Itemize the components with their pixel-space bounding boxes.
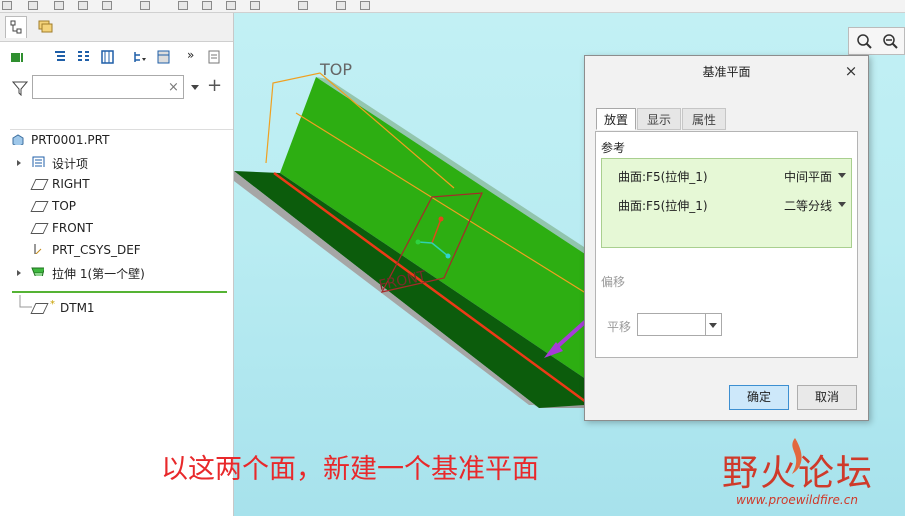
tree-search-input[interactable]	[32, 75, 184, 99]
tree-item-label: RIGHT	[52, 177, 90, 191]
forum-watermark: 野火论坛 www.proewildfire.cn	[718, 436, 905, 516]
top-plane-label: TOP	[319, 60, 352, 79]
top-toolbar	[0, 0, 905, 13]
tree-filter-row: × +	[0, 73, 233, 107]
close-window-icon[interactable]	[336, 1, 346, 10]
references-label: 参考	[601, 141, 626, 155]
ok-button[interactable]: 确定	[729, 385, 789, 410]
tree-item-front[interactable]: FRONT	[0, 218, 233, 240]
dialog-title: 基准平面	[702, 65, 751, 79]
tree-columns-icon[interactable]	[76, 50, 90, 64]
tree-item-top[interactable]: TOP	[0, 196, 233, 218]
tree-divider	[10, 109, 233, 130]
tree-item-design-items[interactable]: 设计项	[0, 152, 233, 174]
plus-icon[interactable]: +	[207, 75, 222, 96]
tree-item-label: 拉伸 1(第一个壁)	[52, 267, 145, 281]
watermark-url: www.proewildfire.cn	[736, 493, 858, 507]
tree-root-label: PRT0001.PRT	[31, 133, 110, 147]
placement-panel: 参考 曲面:F5(拉伸_1) 中间平面 曲面:F5(拉伸_1) 二等分线 偏移 …	[595, 131, 858, 358]
save-icon[interactable]	[78, 1, 88, 10]
tree-filter-icon[interactable]	[133, 50, 147, 64]
tree-item-label: FRONT	[52, 221, 93, 235]
open-file-icon[interactable]	[28, 1, 38, 10]
handle-point[interactable]	[445, 253, 451, 259]
tree-view-icon[interactable]	[157, 50, 171, 64]
insert-here-marker[interactable]	[12, 291, 227, 293]
chevron-down-icon[interactable]	[709, 323, 717, 328]
tree-item-label: TOP	[52, 199, 77, 213]
tree-item-extrude[interactable]: 拉伸 1(第一个壁)	[0, 262, 233, 284]
datum-plane-icon	[30, 303, 49, 314]
reference-type-select[interactable]: 中间平面	[784, 168, 832, 185]
zoom-out-icon[interactable]	[881, 32, 899, 50]
reference-item[interactable]: 曲面:F5(拉伸_1)	[618, 168, 708, 185]
tree-toolbar: »	[0, 43, 233, 71]
new-file-icon[interactable]	[2, 1, 12, 10]
cancel-button[interactable]: 取消	[797, 385, 857, 410]
watermark-name: 野火论坛	[722, 453, 875, 494]
annotation-icon[interactable]	[202, 1, 212, 10]
navigator-tabs	[0, 13, 233, 42]
datum-plane-icon	[30, 179, 49, 190]
datum-plane-icon	[30, 201, 49, 212]
redo-icon[interactable]	[140, 1, 150, 10]
tree-item-label: DTM1	[60, 301, 95, 315]
show-icon[interactable]	[10, 50, 24, 64]
chevron-down-icon[interactable]	[838, 173, 846, 178]
part-icon	[12, 134, 24, 145]
tutorial-caption: 以这两个面，新建一个基准平面	[161, 454, 539, 485]
tree-item-label: 设计项	[52, 157, 89, 171]
chevron-down-icon[interactable]	[191, 85, 199, 90]
references-list[interactable]: 曲面:F5(拉伸_1) 中间平面 曲面:F5(拉伸_1) 二等分线	[601, 158, 852, 248]
handle-point[interactable]	[415, 239, 421, 245]
tree-root[interactable]: PRT0001.PRT	[0, 130, 233, 152]
tab-placement[interactable]: 放置	[596, 108, 636, 130]
reference-item[interactable]: 曲面:F5(拉伸_1)	[618, 197, 708, 214]
model-tree-tab[interactable]	[5, 16, 27, 38]
tree-item-right[interactable]: RIGHT	[0, 174, 233, 196]
edit-icon[interactable]	[226, 1, 236, 10]
plane-display-icon[interactable]	[298, 1, 308, 10]
tree-list-icon[interactable]	[53, 50, 67, 64]
tree-item-label: PRT_CSYS_DEF	[52, 243, 141, 257]
expand-more-icon[interactable]: »	[187, 48, 201, 62]
expand-arrow-icon[interactable]	[17, 160, 21, 166]
zoom-fit-icon[interactable]	[855, 32, 873, 50]
close-icon[interactable]: ×	[842, 62, 860, 80]
layers-icon	[38, 20, 53, 33]
reference-type-select[interactable]: 二等分线	[784, 197, 832, 214]
tab-properties[interactable]: 属性	[682, 108, 726, 130]
expand-arrow-icon[interactable]	[17, 270, 21, 276]
translate-label: 平移	[607, 320, 632, 334]
tree-item-dtm1[interactable]: * DTM1	[0, 298, 233, 320]
regenerate-icon[interactable]	[178, 1, 188, 10]
offset-label: 偏移	[601, 275, 626, 289]
tree-item-csys[interactable]: PRT_CSYS_DEF	[0, 240, 233, 262]
datum-plane-dialog: 基准平面 × 放置 显示 属性 参考 曲面:F5(拉伸_1) 中间平面 曲面:F…	[584, 55, 869, 421]
new-feature-icon: *	[50, 299, 55, 310]
handle-point[interactable]	[438, 216, 444, 222]
model-tree-icon	[10, 20, 22, 34]
funnel-icon[interactable]	[12, 80, 28, 96]
model-tree-panel: » × + PRT0001.PRT 设计项 RIGHT TOP FRONT PR…	[0, 13, 234, 516]
tree-settings-icon[interactable]	[101, 50, 115, 64]
undo-icon[interactable]	[102, 1, 112, 10]
folder-browser-tab[interactable]	[35, 16, 57, 38]
toolbar-more-icon[interactable]	[360, 1, 370, 10]
properties-icon[interactable]	[207, 50, 221, 64]
coordinate-system-icon	[34, 244, 42, 254]
open-folder-icon[interactable]	[54, 1, 64, 10]
extrude-wall-icon	[31, 267, 44, 276]
design-items-icon	[32, 156, 45, 167]
chevron-down-icon[interactable]	[838, 202, 846, 207]
datum-display-icon[interactable]	[250, 1, 260, 10]
tab-display[interactable]: 显示	[637, 108, 681, 130]
view-toolbar	[848, 27, 905, 55]
clear-icon[interactable]: ×	[168, 80, 179, 95]
datum-plane-icon	[30, 223, 49, 234]
translate-select[interactable]	[637, 313, 722, 336]
